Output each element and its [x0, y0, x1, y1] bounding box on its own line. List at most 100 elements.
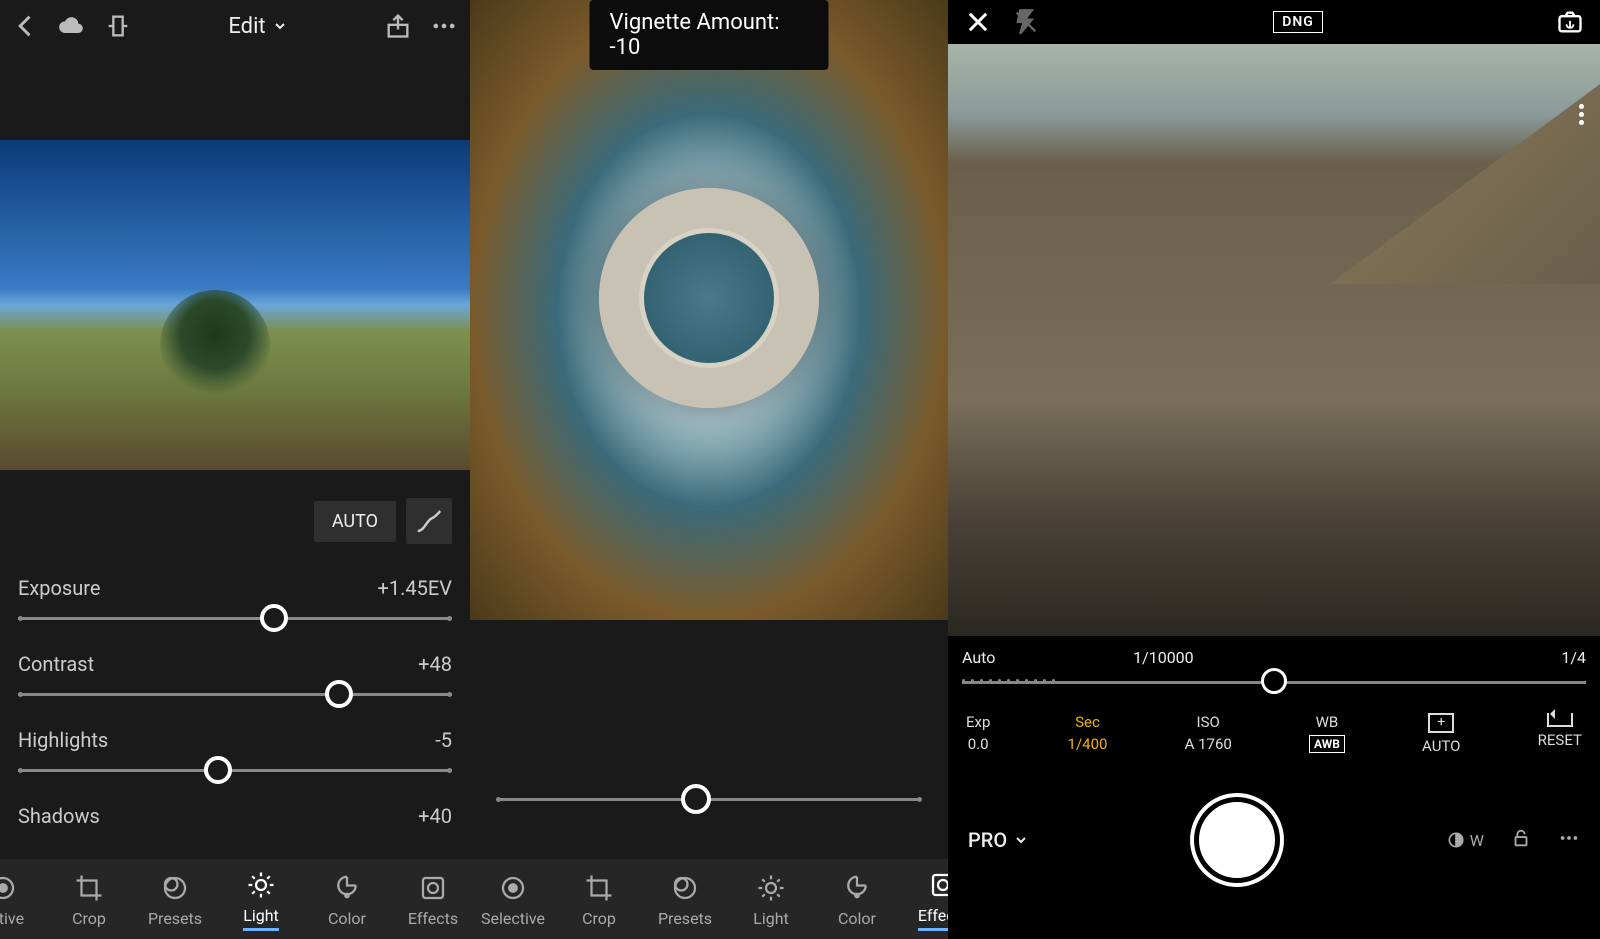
chevron-down-icon	[272, 18, 288, 34]
edit-mode-dropdown[interactable]: Edit	[228, 14, 287, 39]
back-icon[interactable]	[10, 10, 42, 42]
tool-tab-selective[interactable]: Selective	[470, 871, 556, 928]
selective-icon	[498, 871, 528, 905]
auto-button[interactable]: AUTO	[314, 501, 396, 542]
whitebalance-tab-value: AWB	[1309, 735, 1345, 753]
photo-preview[interactable]	[470, 0, 948, 620]
crop-icon	[74, 871, 104, 905]
shutter-speed-slider[interactable]	[962, 677, 1586, 687]
camera-pro-panel: Auto 1/10000 1/4 Exp 0.0 Sec 1/400 ISO A…	[948, 636, 1600, 939]
wb-quick-label: W	[1470, 831, 1484, 850]
settings-icon[interactable]	[1558, 827, 1580, 853]
whitebalance-tab-title: WB	[1316, 713, 1339, 731]
highlights-slider[interactable]: Highlights -5	[18, 728, 452, 774]
switch-camera-icon[interactable]	[1554, 6, 1586, 38]
share-icon[interactable]	[382, 10, 414, 42]
adjustment-tooltip: Vignette Amount: -10	[590, 0, 829, 70]
shutter-tab[interactable]: Sec 1/400	[1068, 713, 1108, 755]
iso-tab-value: A 1760	[1185, 735, 1232, 753]
vignette-slider[interactable]	[470, 739, 948, 859]
light-icon	[246, 868, 276, 902]
camera-pane: DNG Auto 1/10000 1/4 Exp 0.0 Sec 1/400	[948, 0, 1600, 939]
photo-preview[interactable]	[0, 140, 470, 470]
crop-icon	[584, 871, 614, 905]
tool-tab-label: Color	[838, 909, 876, 928]
shutter-tab-title: Sec	[1075, 713, 1100, 731]
tool-tab-presets[interactable]: Presets	[132, 871, 218, 928]
presets-icon	[160, 871, 190, 905]
close-icon[interactable]	[962, 6, 994, 38]
presets-icon	[670, 871, 700, 905]
tool-tab-label: Light	[243, 906, 279, 931]
tool-tab-effects[interactable]: Effects	[900, 868, 948, 931]
iso-tab[interactable]: ISO A 1760	[1185, 713, 1232, 755]
shadows-slider[interactable]: Shadows +40	[18, 804, 452, 828]
highlights-value: -5	[435, 728, 452, 752]
tool-tab-label: Presets	[658, 909, 712, 928]
more-icon[interactable]	[428, 10, 460, 42]
exposure-tab[interactable]: Exp 0.0	[966, 713, 990, 755]
flash-off-icon[interactable]	[1010, 6, 1042, 38]
exposure-value: +1.45EV	[378, 576, 452, 600]
tool-tab-light[interactable]: Light	[218, 868, 304, 931]
camera-mode-dropdown[interactable]: PRO	[968, 828, 1029, 852]
tool-tab-crop[interactable]: Crop	[46, 871, 132, 928]
shadows-label: Shadows	[18, 804, 100, 828]
camera-param-tabs: Exp 0.0 Sec 1/400 ISO A 1760 WB AWB AUTO	[962, 713, 1586, 755]
viewfinder-more-icon[interactable]	[1579, 104, 1584, 125]
tool-tab-label: Selective	[481, 909, 545, 928]
light-icon	[756, 871, 786, 905]
tool-tab-light[interactable]: Light	[728, 871, 814, 928]
tool-tab-selective[interactable]: ective	[0, 871, 46, 928]
highlights-label: Highlights	[18, 728, 108, 752]
selective-icon	[0, 871, 18, 905]
tone-curve-button[interactable]	[406, 498, 452, 544]
cloud-icon[interactable]	[56, 10, 88, 42]
focus-tab[interactable]: AUTO	[1422, 713, 1460, 755]
color-icon	[842, 871, 872, 905]
focus-icon	[1428, 713, 1454, 733]
tool-tab-effects[interactable]: Effects	[390, 871, 470, 928]
half-circle-icon	[1446, 830, 1466, 850]
whitebalance-tab[interactable]: WB AWB	[1309, 713, 1345, 755]
tool-tab-crop[interactable]: Crop	[556, 871, 642, 928]
curve-icon	[414, 506, 444, 536]
contrast-slider[interactable]: Contrast +48	[18, 652, 452, 698]
reset-tab[interactable]: RESET	[1538, 713, 1582, 755]
tool-tab-color[interactable]: Color	[304, 871, 390, 928]
edit-pane: Edit AUTO Exposure +1.45EV Con	[0, 0, 470, 939]
color-icon	[332, 871, 362, 905]
effects-pane: Vignette Amount: -10 Selective Crop Preset…	[470, 0, 948, 939]
effects-icon	[418, 871, 448, 905]
shutter-tab-value: 1/400	[1068, 735, 1108, 753]
aspect-icon[interactable]	[102, 10, 134, 42]
camera-header: DNG	[948, 0, 1600, 44]
file-format-badge[interactable]: DNG	[1273, 11, 1323, 33]
shadows-value: +40	[418, 804, 452, 828]
whitebalance-quick-icon[interactable]: W	[1446, 830, 1484, 850]
edit-mode-label: Edit	[228, 14, 265, 39]
tool-tab-label: Effects	[918, 906, 948, 931]
reset-icon	[1547, 713, 1573, 727]
shutter-row: PRO W	[962, 797, 1586, 883]
shutter-button[interactable]	[1194, 797, 1280, 883]
tool-tab-label: Effects	[408, 909, 458, 928]
exposure-tab-value: 0.0	[968, 735, 989, 753]
focus-tab-value: AUTO	[1422, 737, 1460, 755]
edit-tool-tabs: SelectiveCropPresetsLightColorEffectsOpt…	[470, 859, 948, 939]
tool-tab-label: Crop	[72, 909, 106, 928]
shutter-scale: Auto 1/10000 1/4	[962, 648, 1586, 667]
scale-auto: Auto	[962, 648, 995, 667]
tool-tab-label: Color	[328, 909, 366, 928]
tool-tab-label: Light	[753, 909, 789, 928]
exposure-slider[interactable]: Exposure +1.45EV	[18, 576, 452, 622]
tool-tab-presets[interactable]: Presets	[642, 871, 728, 928]
edit-tool-tabs: ectiveCropPresetsLightColorEffectsOptics	[0, 859, 470, 939]
exposure-label: Exposure	[18, 576, 100, 600]
exposure-lock-icon[interactable]	[1510, 827, 1532, 853]
contrast-label: Contrast	[18, 652, 94, 676]
edit-header: Edit	[0, 0, 470, 52]
reset-tab-value: RESET	[1538, 731, 1582, 749]
tool-tab-color[interactable]: Color	[814, 871, 900, 928]
camera-viewfinder[interactable]	[948, 44, 1600, 636]
